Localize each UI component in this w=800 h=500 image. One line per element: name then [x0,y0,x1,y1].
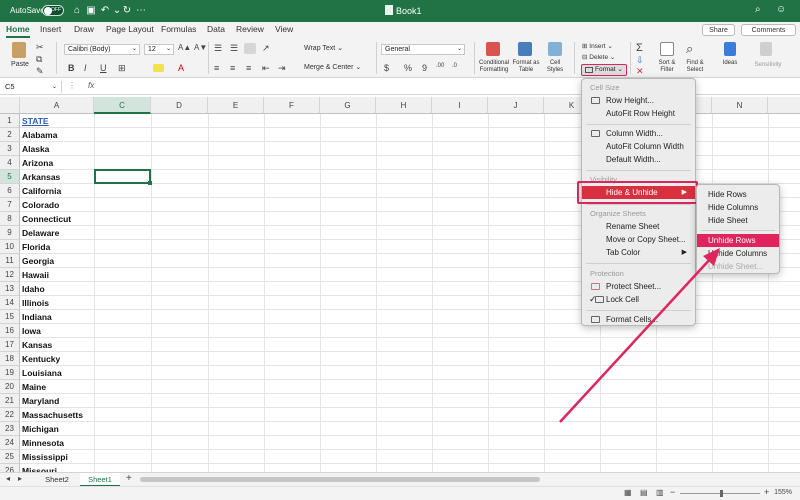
annotation-arrow-line [559,256,713,423]
annotation-arrow [559,248,720,423]
